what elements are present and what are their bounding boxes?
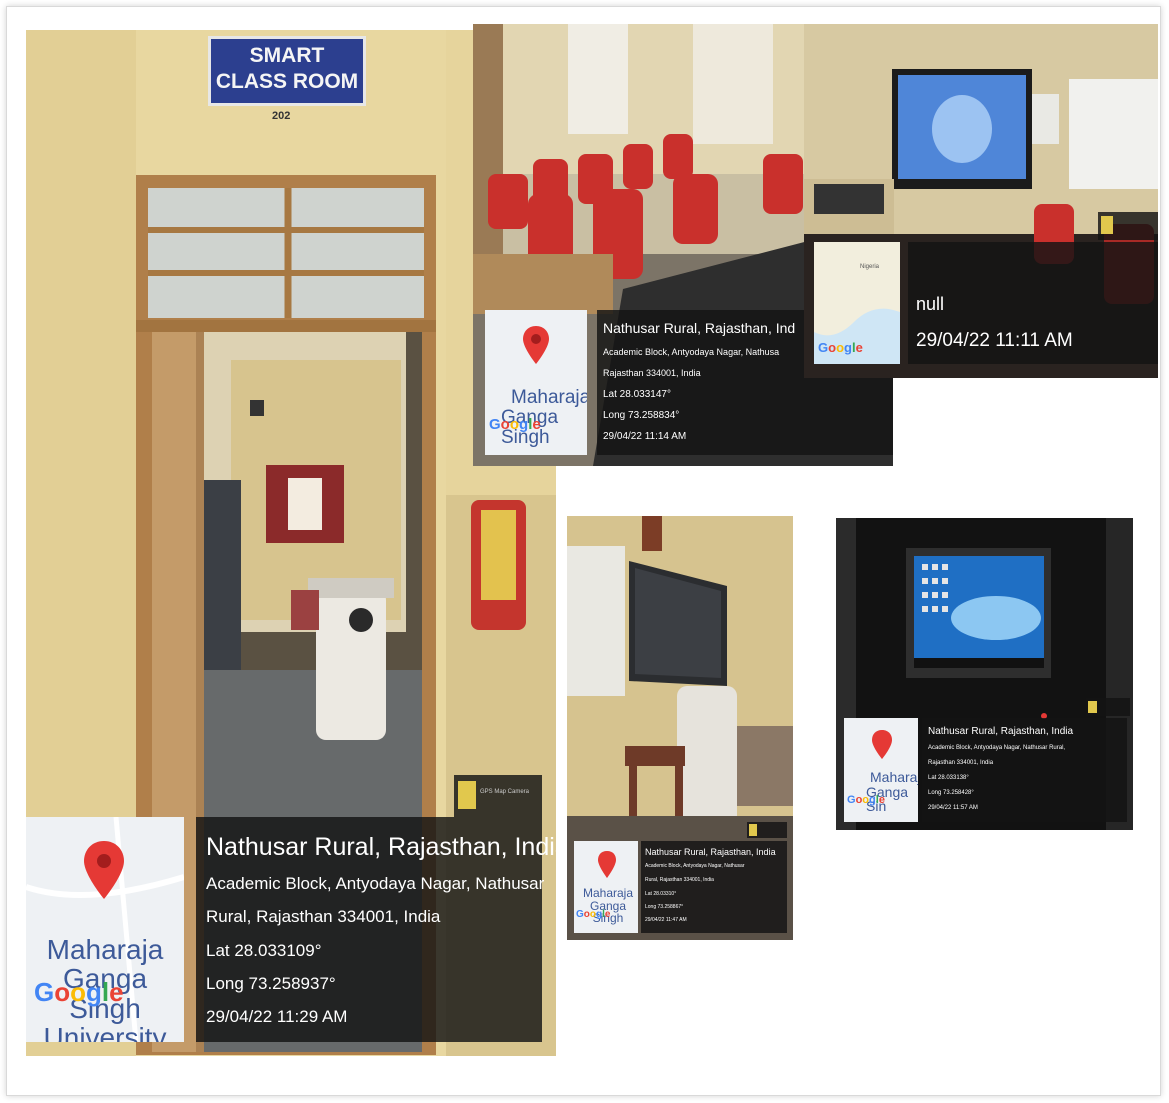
geo-place: Nathusar Rural, Rajasthan, India bbox=[928, 726, 1074, 737]
geo-place: Nathusar Rural, Rajasthan, India bbox=[206, 833, 556, 861]
geo-place: Nathusar Rural, Rajasthan, Ind bbox=[603, 320, 796, 336]
geo-address-line1: Academic Block, Antyodaya Nagar, Nathusa… bbox=[206, 874, 545, 893]
map-thumbnail: Nigeria Google bbox=[814, 242, 900, 364]
camera-icon bbox=[1101, 216, 1113, 234]
geo-datetime: 29/04/22 11:11 AM bbox=[916, 330, 1073, 351]
map-thumbnail: Maharaja Ganga Singh Google bbox=[574, 841, 638, 933]
map-label-1: Maharaja bbox=[46, 934, 164, 965]
geo-place: null bbox=[916, 294, 945, 314]
map-pin-icon bbox=[598, 851, 616, 878]
geo-address-line2: Rajasthan 334001, India bbox=[928, 760, 994, 766]
geo-lat: Lat 28.03310° bbox=[645, 891, 677, 897]
map-label-1: Maharaja bbox=[582, 886, 634, 900]
geo-long: Long 73.258867° bbox=[645, 904, 684, 910]
geo-info-panel: Nathusar Rural, Rajasthan, India Academi… bbox=[196, 817, 556, 1042]
geo-address-line1: Academic Block, Antyodaya Nagar, Nathusa bbox=[603, 347, 780, 357]
map-label-1: Maharaja bbox=[511, 387, 587, 408]
geo-datetime: 29/04/22 11:57 AM bbox=[928, 805, 978, 811]
geo-lat: Lat 28.033147° bbox=[603, 389, 671, 400]
geo-address-line2: Rajasthan 334001, India bbox=[603, 368, 701, 378]
map-label-1: Maharaja bbox=[870, 769, 918, 785]
camera-app-label: GPS Map Camera bbox=[480, 789, 530, 795]
geo-datetime: 29/04/22 11:14 AM bbox=[603, 431, 687, 442]
geo-address-line1: Academic Block, Antyodaya Nagar, Nathusa… bbox=[645, 863, 745, 869]
google-logo: Google bbox=[489, 416, 541, 433]
door-sign: SMART CLASS ROOM bbox=[208, 36, 366, 106]
map-label: Nigeria bbox=[860, 264, 880, 270]
photo-smart-board: Nigeria Google null 29/04/22 11:11 AM bbox=[804, 24, 1158, 378]
map-pin-icon bbox=[872, 730, 892, 759]
geo-info-panel: null 29/04/22 11:11 AM bbox=[908, 242, 1158, 364]
door-sign-line2: CLASS ROOM bbox=[215, 70, 359, 93]
map-thumbnail: Maharaja Ganga Singh University Google bbox=[26, 817, 184, 1042]
geo-long: Long 73.258834° bbox=[603, 410, 680, 421]
google-logo: Google bbox=[34, 977, 124, 1007]
geo-address-line1: Academic Block, Antyodaya Nagar, Nathusa… bbox=[928, 745, 1066, 751]
geo-address-line2: Rural, Rajasthan 334001, India bbox=[645, 877, 714, 883]
map-label-3: University bbox=[43, 1022, 167, 1042]
geo-long: Long 73.258428° bbox=[928, 790, 974, 796]
camera-tag bbox=[747, 822, 787, 838]
map-thumbnail: Maharaja Ganga Singh Google bbox=[485, 310, 587, 455]
geo-lat: Lat 28.033138° bbox=[928, 775, 969, 781]
photo-smart-screen-dark: Maharaja Ganga Sin Google Nathusar Rural… bbox=[836, 518, 1133, 830]
geo-lat: Lat 28.033109° bbox=[206, 941, 322, 960]
geo-datetime: 29/04/22 11:29 AM bbox=[206, 1007, 348, 1026]
map-pin-icon bbox=[523, 326, 549, 364]
camera-icon bbox=[1088, 701, 1097, 713]
geo-info-panel: Nathusar Rural, Rajasthan, India Academi… bbox=[922, 718, 1127, 822]
door-sign-line1: SMART bbox=[249, 44, 325, 67]
geo-place: Nathusar Rural, Rajasthan, India bbox=[645, 847, 776, 857]
geo-info-panel: Nathusar Rural, Rajasthan, India Academi… bbox=[641, 841, 787, 933]
camera-tag bbox=[1098, 212, 1158, 240]
camera-tag: GPS Map Camera bbox=[454, 775, 542, 817]
room-number: 202 bbox=[272, 110, 291, 122]
geo-address-line2: Rural, Rajasthan 334001, India bbox=[206, 907, 441, 926]
camera-icon bbox=[749, 824, 757, 836]
camera-tag bbox=[1086, 698, 1130, 716]
google-logo: Google bbox=[847, 794, 885, 806]
camera-icon bbox=[458, 781, 476, 809]
geo-long: Long 73.258937° bbox=[206, 974, 336, 993]
geo-datetime: 29/04/22 11:47 AM bbox=[645, 917, 687, 923]
google-logo: Google bbox=[818, 340, 863, 355]
photo-classroom-board: Maharaja Ganga Singh Google Nathusar Rur… bbox=[567, 516, 793, 940]
map-thumbnail: Maharaja Ganga Sin Google bbox=[844, 718, 918, 822]
google-logo: Google bbox=[576, 909, 611, 920]
map-pin-icon bbox=[84, 841, 124, 899]
